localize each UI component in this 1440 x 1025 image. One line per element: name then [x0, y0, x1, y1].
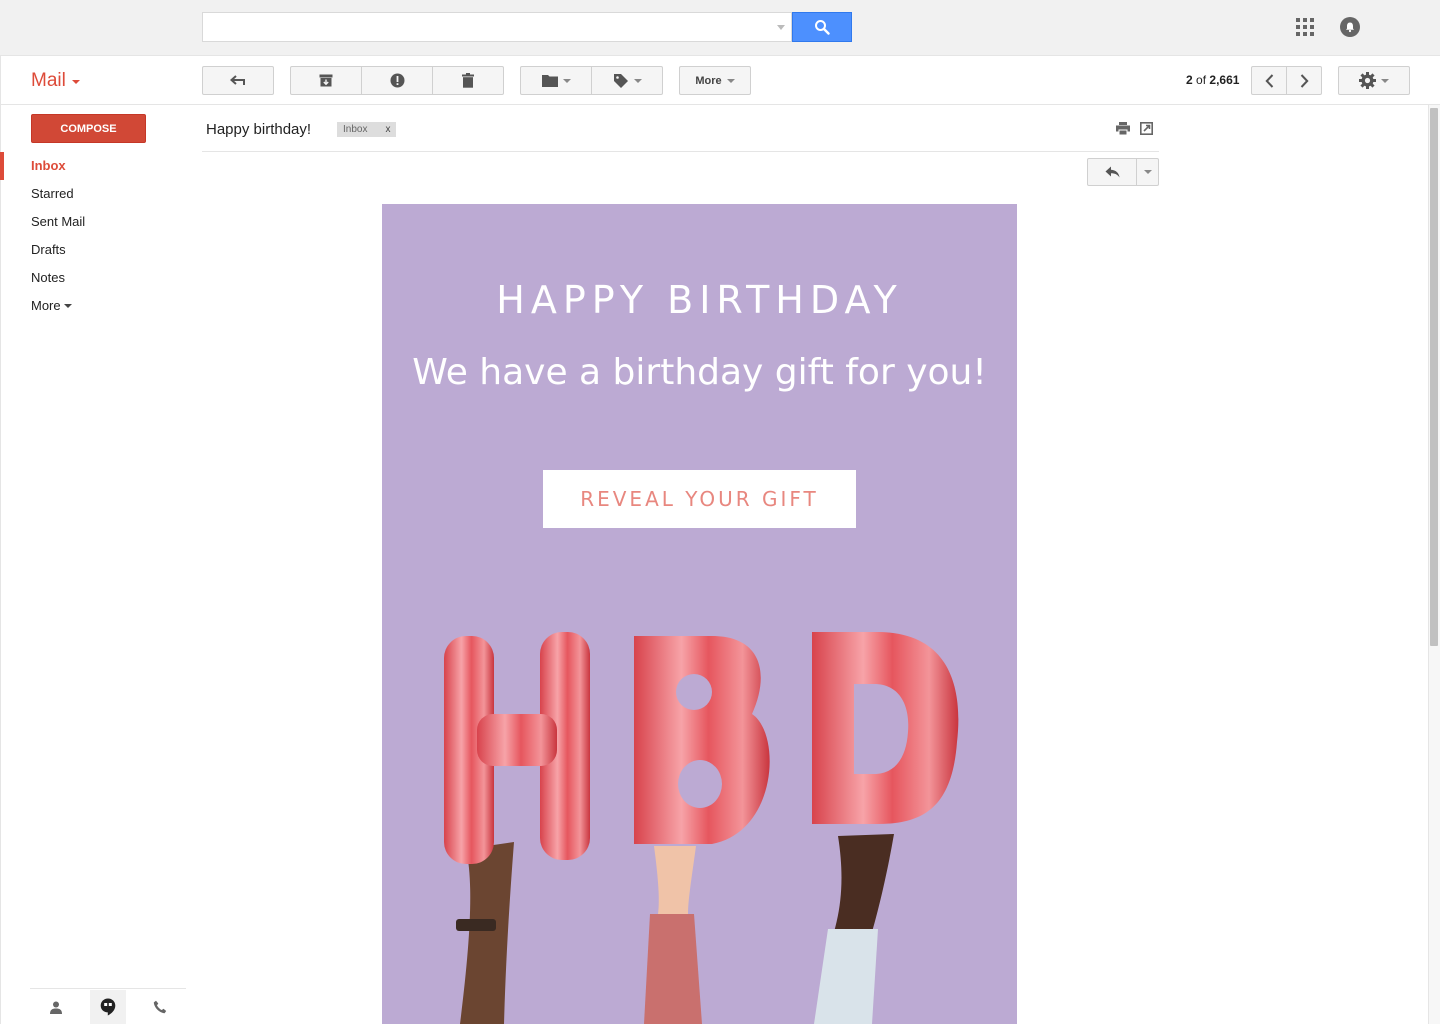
- reveal-gift-button[interactable]: REVEAL YOUR GIFT: [543, 470, 856, 528]
- arm-right: [814, 834, 894, 1024]
- sidebar-item-more[interactable]: More: [0, 292, 190, 320]
- report-spam-icon: [390, 73, 404, 88]
- apps-grid-icon[interactable]: [1296, 18, 1314, 36]
- back-to-inbox-button[interactable]: [202, 66, 274, 95]
- toolbar-divider: [0, 104, 1440, 105]
- email-heading: HAPPY BIRTHDAY: [496, 278, 903, 322]
- print-all-button[interactable]: [1116, 122, 1130, 140]
- hangouts-icon: [100, 998, 116, 1016]
- open-in-new-window-button[interactable]: [1140, 122, 1153, 140]
- remove-label-button[interactable]: x: [385, 124, 390, 135]
- pager-total: 2,661: [1209, 73, 1240, 87]
- sidebar-item-inbox[interactable]: Inbox: [0, 152, 190, 180]
- chevron-down-icon: [633, 78, 642, 83]
- chevron-left-icon: [1264, 73, 1273, 88]
- contacts-tab[interactable]: [38, 990, 74, 1024]
- archive-button[interactable]: [290, 66, 362, 95]
- balloon-letter-d: [812, 632, 959, 824]
- balloon-letter-b: [634, 636, 770, 844]
- newer-button[interactable]: [1251, 66, 1287, 95]
- hbd-balloons-image: [444, 632, 959, 1024]
- search-button[interactable]: [792, 12, 852, 42]
- folder-icon: [541, 75, 558, 87]
- chevron-down-icon: [562, 78, 571, 83]
- arm-left: [456, 842, 514, 1024]
- label-chip-inbox: Inbox x: [337, 122, 397, 137]
- search-box[interactable]: [202, 12, 792, 42]
- label-tag-icon: [613, 73, 628, 88]
- message-subject: Happy birthday!: [206, 121, 312, 138]
- chevron-down-icon: [63, 304, 72, 308]
- email-subheading: We have a birthday gift for you!: [412, 352, 987, 393]
- more-actions-label: More: [695, 74, 722, 87]
- back-arrow-icon: [230, 74, 245, 85]
- search-options-caret-icon[interactable]: [777, 25, 785, 30]
- sidebar-item-sent-mail[interactable]: Sent Mail: [0, 208, 190, 236]
- compose-button[interactable]: COMPOSE: [31, 114, 146, 143]
- scrollbar-thumb[interactable]: [1430, 108, 1438, 646]
- new-window-icon: [1140, 122, 1153, 135]
- sidebar-item-starred[interactable]: Starred: [0, 180, 190, 208]
- top-bar: [0, 0, 1440, 56]
- chevron-down-icon: [726, 78, 735, 83]
- gear-icon: [1359, 72, 1376, 89]
- sidebar-more-label: More: [31, 298, 61, 313]
- sidebar-item-drafts[interactable]: Drafts: [0, 236, 190, 264]
- sidebar-nav: Inbox Starred Sent Mail Drafts Notes Mor…: [0, 152, 190, 320]
- settings-button[interactable]: [1338, 66, 1410, 95]
- archive-icon: [319, 74, 333, 87]
- bell-icon: [1346, 22, 1354, 33]
- reply-more-options-button[interactable]: [1136, 158, 1159, 186]
- label-chip-text: Inbox: [343, 124, 368, 135]
- balloon-letter-h: [444, 632, 590, 864]
- phone-tab[interactable]: [142, 990, 178, 1024]
- more-actions-button[interactable]: More: [679, 66, 751, 95]
- sidebar-bottom-tabs: [30, 988, 186, 1025]
- search-icon: [815, 20, 830, 35]
- hangouts-tab[interactable]: [90, 990, 126, 1024]
- report-spam-button[interactable]: [361, 66, 433, 95]
- reply-button[interactable]: [1087, 158, 1137, 186]
- arm-middle: [644, 846, 702, 1024]
- pager-of: of: [1196, 73, 1207, 87]
- app-title: Mail: [31, 70, 66, 91]
- move-to-button[interactable]: [520, 66, 592, 95]
- chevron-down-icon: [1143, 170, 1152, 174]
- trash-icon: [462, 73, 474, 88]
- subject-divider: [202, 151, 1159, 152]
- older-button[interactable]: [1286, 66, 1322, 95]
- sidebar-item-notes[interactable]: Notes: [0, 264, 190, 292]
- search-input[interactable]: [211, 14, 775, 42]
- pagination-count: 2 of 2,661: [1186, 73, 1239, 87]
- notifications-icon[interactable]: [1340, 17, 1360, 37]
- phone-icon: [153, 1000, 167, 1014]
- reply-icon: [1105, 166, 1119, 178]
- labels-button[interactable]: [591, 66, 663, 95]
- chevron-down-icon: [71, 80, 80, 84]
- person-icon: [50, 1001, 62, 1014]
- pager-current: 2: [1186, 73, 1193, 87]
- delete-button[interactable]: [432, 66, 504, 95]
- print-icon: [1116, 122, 1130, 136]
- email-body-card: HAPPY BIRTHDAY We have a birthday gift f…: [382, 204, 1017, 1024]
- chevron-right-icon: [1300, 73, 1309, 88]
- mail-app-switcher[interactable]: Mail: [31, 70, 80, 92]
- chevron-down-icon: [1381, 78, 1389, 83]
